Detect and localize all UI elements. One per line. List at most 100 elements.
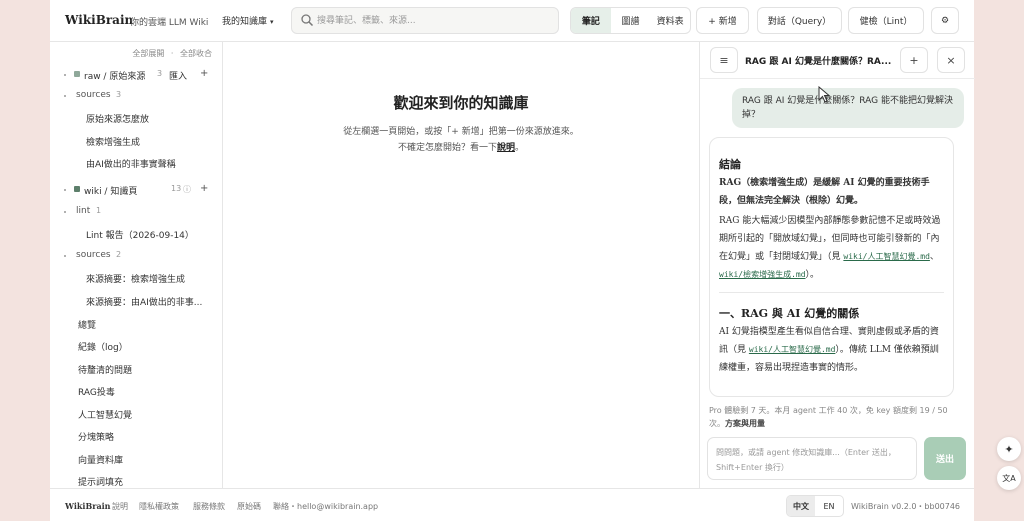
add-icon[interactable]: + — [200, 68, 208, 79]
knowledge-base-select[interactable]: 我的知識庫 ▾ — [222, 14, 274, 27]
lang-en-button[interactable]: EN — [815, 496, 843, 516]
language-switch: 中文 EN — [786, 495, 844, 517]
tree-group-lint[interactable]: lint 1 — [50, 203, 222, 221]
plan-usage-link[interactable]: 方案與用量 — [725, 419, 765, 428]
page-item-label: 向量資料庫 — [78, 456, 124, 466]
page-item[interactable]: RAG投毒 — [50, 382, 222, 400]
top-bar: WikiBrain 你的雲端 LLM Wiki 我的知識庫▾ 筆記 圖譜 資料表… — [50, 0, 974, 42]
bullet-icon — [64, 189, 66, 191]
tab-notes[interactable]: 筆記 — [571, 8, 611, 33]
footer-link-source[interactable]: 原始碼 — [237, 501, 261, 512]
tree-item[interactable]: Lint 報告（2026-09-14） — [50, 225, 222, 243]
page-item[interactable]: 分塊策略 — [50, 427, 222, 445]
brand-tagline: 你的雲端 LLM Wiki — [130, 18, 209, 28]
footer-contact[interactable]: 聯絡・hello@wikibrain.app — [273, 501, 378, 512]
plus-icon: + — [909, 53, 919, 67]
conversation-list-button[interactable]: ≡ — [710, 47, 738, 73]
page-item-label: RAG投毒 — [78, 388, 115, 398]
answer-heading: 結論 — [719, 158, 741, 171]
close-icon: × — [946, 53, 956, 67]
chat-input[interactable]: 問問題，或請 agent 修改知識庫...（Enter 送出，Shift+Ent… — [707, 437, 917, 480]
tree-item[interactable]: 由AI做出的非事實聲稱 — [50, 154, 222, 172]
chat-panel: ≡ RAG 跟 AI 幻覺是什麼關係？RA... + × RAG 跟 AI 幻覺… — [699, 42, 975, 488]
folder-square-icon — [74, 186, 80, 192]
info-icon[interactable]: ⓘ — [183, 184, 191, 195]
tree-group-sources[interactable]: sources 2 — [50, 247, 222, 265]
bullet-icon — [64, 211, 66, 213]
settings-button[interactable]: ⚙ — [931, 7, 959, 34]
close-panel-button[interactable]: × — [937, 47, 965, 73]
footer-link-terms[interactable]: 服務條款 — [193, 501, 225, 512]
welcome-title: 歡迎來到你的知識庫 — [393, 94, 529, 112]
caret-down-icon: ▾ — [270, 18, 274, 26]
menu-icon: ≡ — [719, 53, 729, 67]
tree-item-label: 由AI做出的非事實聲稱 — [86, 160, 176, 170]
help-link[interactable]: 說明 — [497, 143, 515, 153]
expand-all-link[interactable]: 全部展開 — [132, 49, 164, 58]
tree-section-wiki[interactable]: wiki / 知識頁 13 ⓘ + — [50, 181, 222, 199]
tree-item[interactable]: 來源摘要：由AI做出的非事... — [50, 292, 222, 310]
mouse-cursor-icon — [818, 86, 831, 103]
tree-item[interactable]: 檢索增強生成 — [50, 132, 222, 150]
page-item[interactable]: 待釐清的問題 — [50, 360, 222, 378]
search-input[interactable] — [317, 12, 552, 30]
answer-paragraph: AI 幻覺指模型產生看似自信合理、實則虛假或矛盾的資訊（見 wiki/人工智慧幻… — [719, 323, 944, 377]
tree-item[interactable]: 來源摘要：檢索增強生成 — [50, 269, 222, 287]
sidebar: 全部展開 · 全部收合 raw / 原始來源 3 匯入 + sources 3 … — [50, 42, 223, 488]
view-switcher: 筆記 圖譜 資料表 — [570, 7, 691, 34]
query-button[interactable]: 對話（Query） — [757, 7, 842, 34]
tree-count: 3 — [116, 90, 122, 99]
tree-section-raw[interactable]: raw / 原始來源 3 匯入 + — [50, 66, 222, 84]
page-item[interactable]: 向量資料庫 — [50, 450, 222, 468]
welcome-line-1: 從左欄選一頁開始，或按「+ 新增」把第一份來源放進來。 — [343, 127, 579, 137]
chat-panel-header: ≡ RAG 跟 AI 幻覺是什麼關係？RA... + × — [700, 42, 975, 79]
lang-zh-button[interactable]: 中文 — [787, 496, 815, 516]
welcome-text: 不確定怎麼開始？看一下 — [397, 143, 497, 153]
version-label: WikiBrain v0.2.0・bb00746 — [851, 502, 961, 511]
page-item[interactable]: 人工智慧幻覺 — [50, 405, 222, 423]
page-item[interactable]: 總覽 — [50, 315, 222, 333]
tab-table[interactable]: 資料表 — [650, 8, 690, 33]
sparkle-icon: ✦ — [1004, 442, 1014, 456]
sidebar-tree-actions: 全部展開 · 全部收合 — [132, 48, 212, 59]
answer-paragraph: RAG（檢索增強生成）是緩解 AI 幻覺的重要技術手段，但無法完全解決（根除）幻… — [719, 178, 930, 206]
wiki-link[interactable]: wiki/人工智慧幻覺.md — [749, 345, 836, 354]
wiki-link[interactable]: wiki/檢索增強生成.md — [719, 270, 806, 279]
knowledge-base-label: 我的知識庫 — [222, 17, 268, 27]
footer-link-privacy[interactable]: 隱私權政策 — [139, 501, 179, 512]
tree-item-label: 原始來源怎麼放 — [86, 115, 150, 125]
footer-link-help[interactable]: 說明 — [112, 501, 128, 512]
answer-heading: 一、RAG 與 AI 幻覺的關係 — [719, 307, 860, 320]
send-button[interactable]: 送出 — [924, 437, 966, 480]
tab-graph[interactable]: 圖譜 — [611, 8, 651, 33]
assistant-message: 結論 RAG（檢索增強生成）是緩解 AI 幻覺的重要技術手段，但無法完全解決（根… — [709, 137, 954, 397]
search-icon — [301, 14, 314, 27]
bullet-icon — [64, 95, 66, 97]
new-conversation-button[interactable]: + — [900, 47, 928, 73]
separator-dot: · — [170, 49, 174, 58]
tree-group-label: lint — [76, 206, 91, 216]
import-link[interactable]: 匯入 — [169, 69, 187, 82]
lint-button[interactable]: 健檢（Lint） — [848, 7, 924, 34]
brand-logo[interactable]: WikiBrain — [65, 13, 133, 27]
add-icon[interactable]: + — [200, 183, 208, 194]
page-item[interactable]: 提示詞填充 — [50, 472, 222, 488]
wiki-link[interactable]: wiki/人工智慧幻覺.md — [843, 252, 930, 261]
tree-item-label: 來源摘要：由AI做出的非事... — [86, 298, 203, 308]
tree-item[interactable]: 原始來源怎麼放 — [50, 109, 222, 127]
tree-count: 3 — [157, 69, 163, 78]
collapse-all-link[interactable]: 全部收合 — [180, 49, 212, 58]
footer: WikiBrain 說明 隱私權政策 服務條款 原始碼 聯絡・hello@wik… — [50, 488, 974, 521]
tree-group-sources[interactable]: sources 3 — [50, 87, 222, 105]
tree-item-label: 來源摘要：檢索增強生成 — [86, 275, 186, 285]
tree-item-label: 檢索增強生成 — [86, 138, 141, 148]
usage-quota: Pro 體驗剩 7 天。本月 agent 工作 40 次，免 key 額度剩 1… — [709, 404, 964, 430]
main-content: 歡迎來到你的知識庫 從左欄選一頁開始，或按「+ 新增」把第一份來源放進來。 不確… — [223, 42, 699, 488]
search-box[interactable] — [291, 7, 559, 34]
new-button[interactable]: + 新增 — [696, 7, 749, 34]
ai-sparkle-button[interactable]: ✦ — [997, 437, 1021, 461]
user-message: RAG 跟 AI 幻覺是什麼關係？RAG 能不能把幻覺解決掉？ — [732, 88, 964, 128]
translate-button[interactable]: 文A — [997, 466, 1021, 490]
page-item-label: 待釐清的問題 — [78, 366, 133, 376]
page-item[interactable]: 紀錄（log） — [50, 337, 222, 355]
